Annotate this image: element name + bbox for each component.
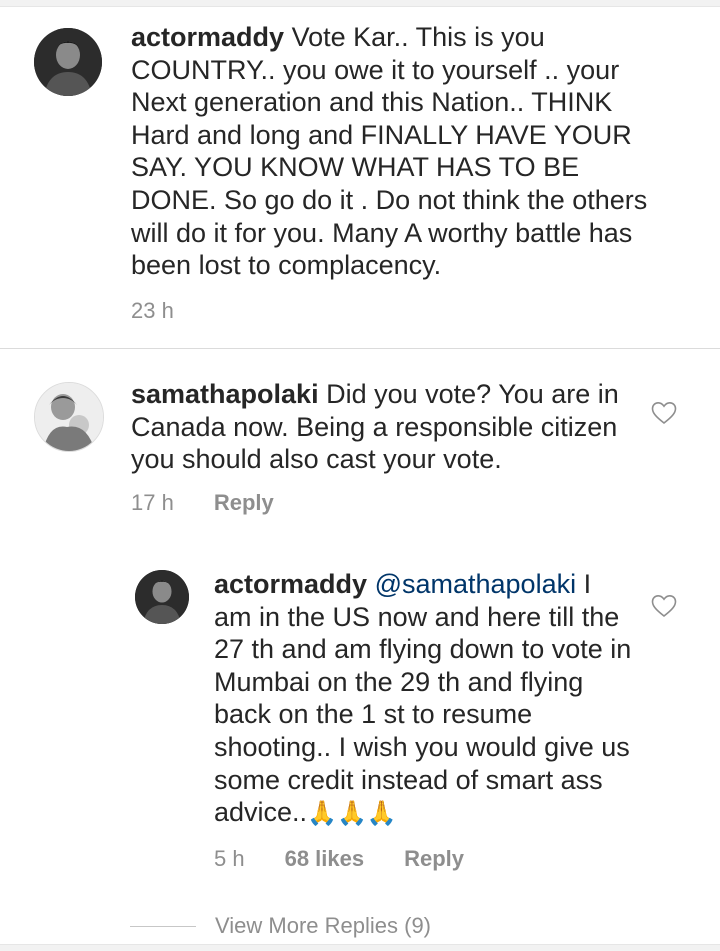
view-more-replies-button[interactable]: View More Replies (9) bbox=[215, 913, 431, 939]
likes-count[interactable]: 68 likes bbox=[285, 846, 365, 872]
view-more-line bbox=[130, 926, 196, 927]
reply-mention[interactable]: @samathapolaki bbox=[375, 569, 577, 599]
profile-photo-icon bbox=[34, 28, 102, 96]
comment-time: 17 h bbox=[131, 490, 174, 515]
reply-text: I am in the US now and here till the 27 … bbox=[214, 569, 632, 828]
comment-meta: 17 h Reply bbox=[131, 490, 274, 516]
pray-emoji: 🙏🙏🙏 bbox=[307, 800, 397, 828]
comment-username[interactable]: actormaddy bbox=[131, 22, 284, 52]
like-heart-icon[interactable] bbox=[651, 594, 677, 618]
comment-username[interactable]: samathapolaki bbox=[131, 379, 319, 409]
comment-meta: 23 h bbox=[131, 298, 174, 324]
comment-time: 23 h bbox=[131, 298, 174, 323]
reply-meta: 5 h 68 likes Reply bbox=[214, 846, 464, 872]
comment-text: Vote Kar.. This is you COUNTRY.. you owe… bbox=[131, 22, 648, 281]
avatar-actormaddy[interactable] bbox=[34, 28, 102, 96]
profile-photo-icon bbox=[135, 570, 189, 624]
reply-button[interactable]: Reply bbox=[214, 490, 274, 516]
comment-divider bbox=[0, 348, 720, 349]
reply-body: actormaddy @samathapolaki I am in the US… bbox=[214, 568, 634, 831]
reply-username[interactable]: actormaddy bbox=[214, 569, 367, 599]
profile-photo-icon bbox=[35, 383, 103, 451]
reply-button[interactable]: Reply bbox=[404, 846, 464, 872]
like-heart-icon[interactable] bbox=[651, 401, 677, 425]
top-separator bbox=[0, 0, 720, 7]
avatar-samathapolaki[interactable] bbox=[34, 382, 104, 452]
comment-body: actormaddy Vote Kar.. This is you COUNTR… bbox=[131, 21, 661, 282]
reply-time: 5 h bbox=[214, 846, 245, 871]
avatar-actormaddy-reply[interactable] bbox=[135, 570, 189, 624]
comment-body: samathapolaki Did you vote? You are in C… bbox=[131, 378, 621, 476]
